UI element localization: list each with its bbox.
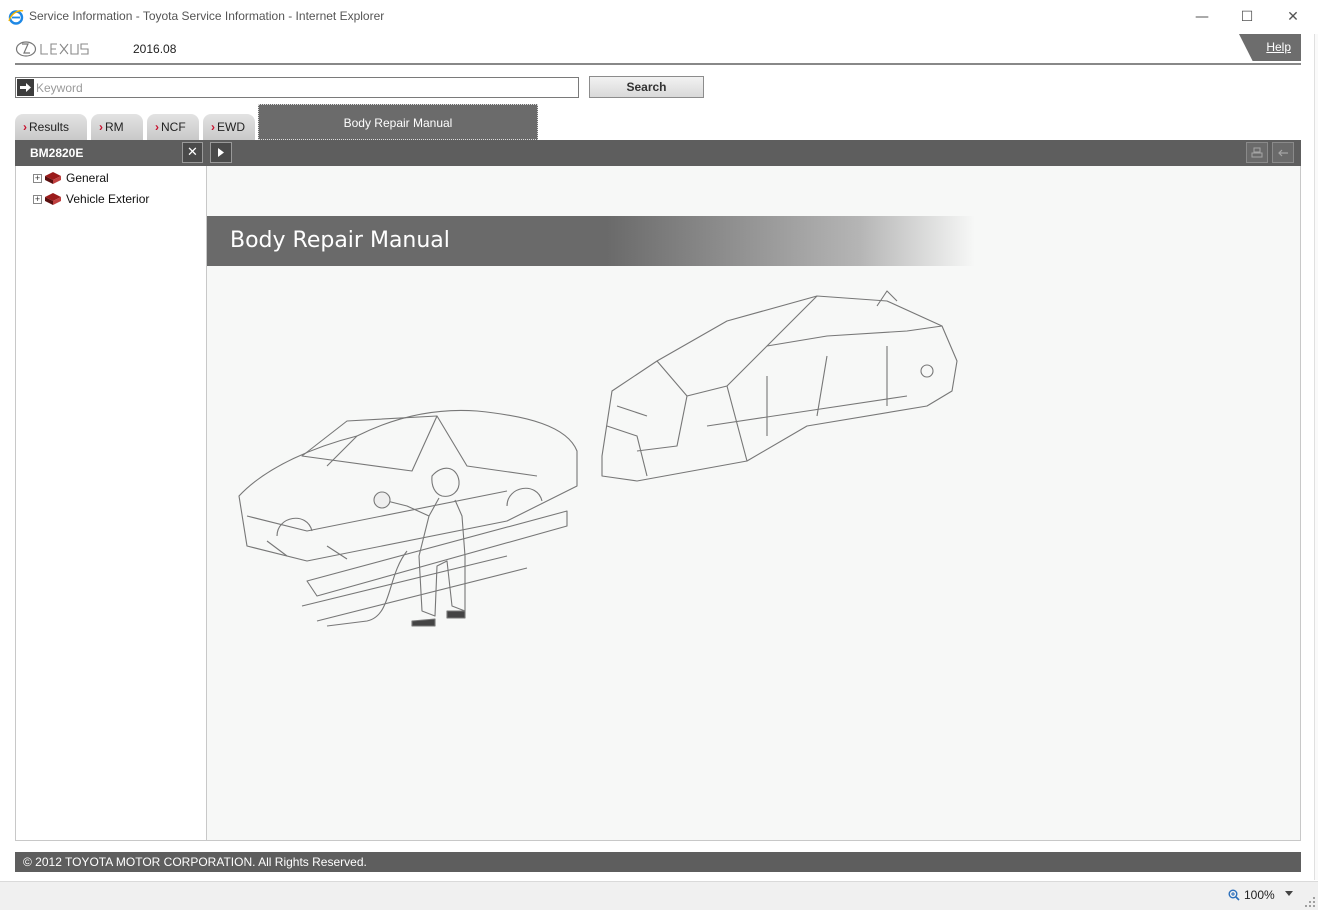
navigation-tree: + General + Vehicle Exterior — [15, 166, 207, 841]
expand-icon[interactable]: + — [33, 173, 42, 183]
tab-bar: › Results › RM › NCF › EWD Body Repair Manua… — [15, 104, 1301, 140]
book-icon — [45, 172, 61, 184]
zoom-level: 100% — [1244, 888, 1275, 902]
close-panel-button[interactable]: ✕ — [182, 142, 203, 163]
app-header: 2016.08 Help — [15, 34, 1301, 65]
close-window-button[interactable]: ✕ — [1278, 6, 1308, 28]
tree-item-vehicle-exterior[interactable]: + Vehicle Exterior — [33, 190, 149, 208]
tree-item-label: General — [66, 171, 109, 185]
maximize-button[interactable]: ☐ — [1232, 6, 1262, 28]
help-link[interactable]: Help — [1266, 40, 1291, 54]
back-button[interactable] — [1272, 142, 1294, 163]
body-repair-illustration — [238, 290, 958, 627]
tab-label: RM — [105, 120, 124, 134]
tab-label: Results — [29, 120, 70, 134]
tab-rm[interactable]: › RM — [91, 114, 143, 140]
resize-grip-icon[interactable] — [1304, 896, 1316, 908]
chevron-right-icon: › — [23, 120, 27, 134]
minimize-icon: — — [1195, 9, 1209, 25]
tab-label: EWD — [217, 120, 245, 134]
main-content: Body Repair Manual — [207, 166, 1301, 841]
window-title: Service Information - Toyota Service Inf… — [29, 9, 385, 23]
keyword-input[interactable] — [36, 79, 576, 96]
copyright-text: © 2012 TOYOTA MOTOR CORPORATION. All Rig… — [23, 855, 367, 869]
chevron-right-icon: › — [99, 120, 103, 134]
close-icon: ✕ — [187, 145, 198, 160]
zoom-icon — [1228, 889, 1240, 901]
chevron-down-icon[interactable] — [1285, 891, 1293, 896]
chevron-right-icon: › — [211, 120, 215, 134]
tab-results[interactable]: › Results — [15, 114, 87, 140]
window-titlebar: Service Information - Toyota Service Inf… — [0, 0, 1318, 34]
tree-item-general[interactable]: + General — [33, 169, 109, 187]
window-edge — [1314, 34, 1318, 880]
footer-bar: © 2012 TOYOTA MOTOR CORPORATION. All Rig… — [15, 852, 1301, 872]
lexus-logo — [15, 41, 89, 57]
search-field — [15, 77, 579, 98]
banner-title: Body Repair Manual — [230, 228, 450, 253]
close-icon: ✕ — [1287, 9, 1299, 25]
internet-explorer-icon — [8, 10, 24, 25]
zoom-control[interactable]: 100% — [1228, 888, 1275, 902]
search-button[interactable]: Search — [589, 76, 704, 98]
title-banner: Body Repair Manual — [207, 216, 975, 266]
print-button[interactable] — [1246, 142, 1268, 163]
tree-item-label: Vehicle Exterior — [66, 192, 150, 206]
tab-ewd[interactable]: › EWD — [203, 114, 255, 140]
play-icon — [218, 148, 224, 157]
tab-label: NCF — [161, 120, 186, 134]
manual-toolbar: BM2820E ✕ — [15, 140, 1301, 166]
back-arrow-icon — [1278, 149, 1288, 156]
manual-code: BM2820E — [30, 146, 84, 160]
expand-panel-button[interactable] — [210, 142, 232, 163]
expand-icon[interactable]: + — [33, 194, 42, 204]
maximize-icon: ☐ — [1240, 9, 1254, 25]
chevron-right-icon: › — [155, 120, 159, 134]
print-icon — [1251, 147, 1263, 157]
minimize-button[interactable]: — — [1187, 6, 1217, 28]
browser-statusbar: 100% — [0, 881, 1318, 910]
arrow-right-icon — [17, 79, 34, 96]
tab-body-repair-manual[interactable]: Body Repair Manual — [258, 104, 538, 140]
book-icon — [45, 193, 61, 205]
tab-ncf[interactable]: › NCF — [147, 114, 199, 140]
version-label: 2016.08 — [133, 42, 177, 56]
